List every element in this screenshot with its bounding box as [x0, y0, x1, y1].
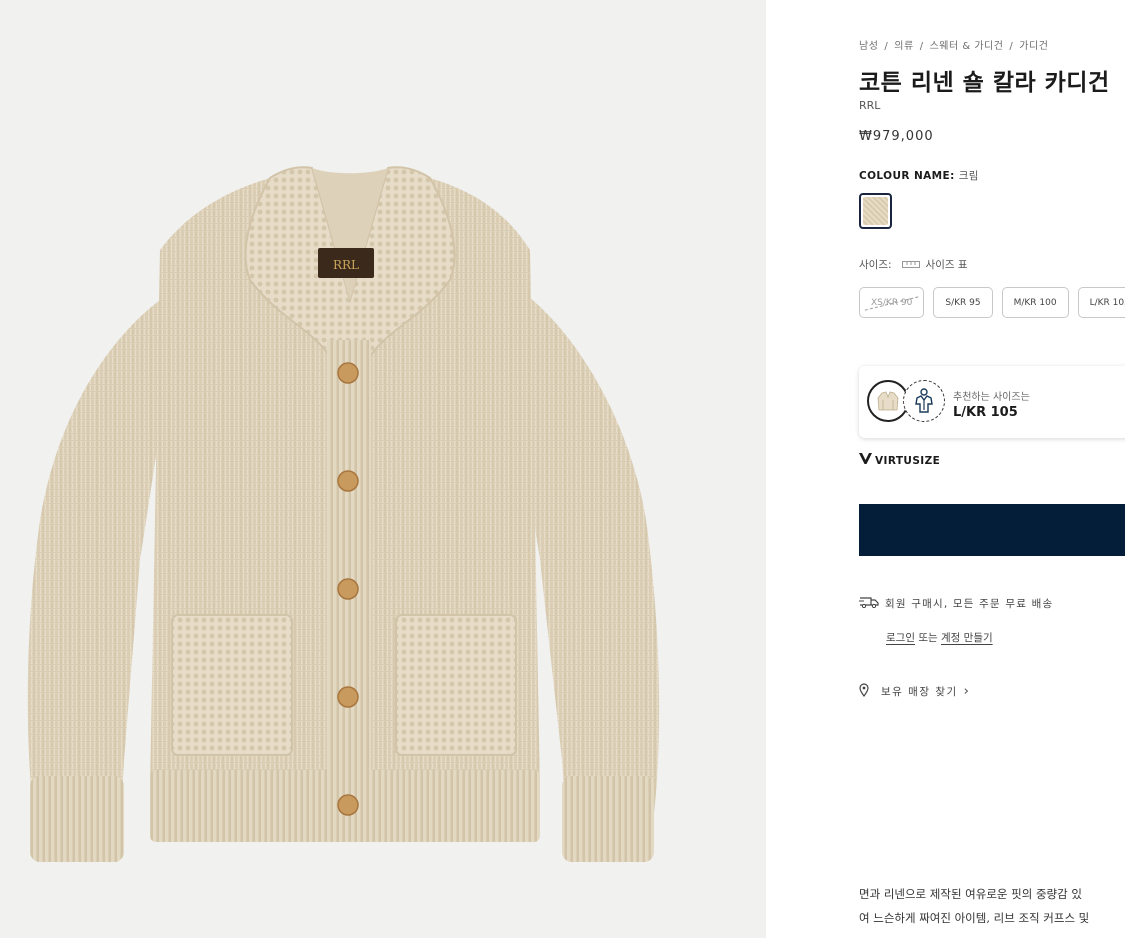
description-line-2: 여 느슨하게 짜여진 아이템, 리브 조직 커프스 및	[859, 911, 1090, 925]
create-account-link[interactable]: 계정 만들기	[941, 632, 993, 644]
colour-name-value: 크림	[958, 170, 979, 182]
left-pocket	[171, 614, 293, 756]
brand-label-text: RRL	[333, 258, 359, 272]
colour-name-label: COLOUR NAME:	[859, 170, 955, 182]
virtusize-logo[interactable]: VIRTUSIZE	[859, 453, 940, 468]
product-description: 면과 리넨으로 제작된 여유로운 핏의 중량감 있 여 느슨하게 짜여진 아이템…	[859, 882, 1125, 930]
breadcrumb-item-sweaters[interactable]: 스웨터 & 가디건	[930, 41, 1004, 52]
size-option-s[interactable]: S/KR 95	[933, 287, 993, 318]
add-to-bag-button[interactable]	[859, 504, 1125, 556]
virtusize-logo-icon	[859, 453, 872, 468]
find-in-store-text: 보유 매장 찾기	[881, 686, 958, 698]
description-line-1: 면과 리넨으로 제작된 여유로운 핏의 중량감 있	[859, 887, 1082, 901]
right-cuff	[562, 776, 654, 862]
product-image-panel[interactable]: RRL	[0, 0, 766, 938]
size-label: 사이즈:	[859, 259, 892, 271]
recommended-size-label: 추천하는 사이즈는	[953, 392, 1030, 403]
pin-icon	[859, 683, 869, 700]
find-in-store-link[interactable]: 보유 매장 찾기 ›	[859, 683, 970, 700]
size-options: XS/KR 90 S/KR 95 M/KR 100 L/KR 105	[859, 287, 1125, 318]
size-option-l[interactable]: L/KR 105	[1077, 287, 1125, 318]
breadcrumb-item-cardigans[interactable]: 가디건	[1019, 41, 1048, 52]
free-shipping-row: 회원 구매시, 모든 주문 무료 배송	[859, 596, 1053, 611]
free-shipping-text: 회원 구매시, 모든 주문 무료 배송	[885, 598, 1054, 610]
login-link[interactable]: 로그인	[886, 632, 915, 644]
virtusize-brand-text: VIRTUSIZE	[875, 454, 941, 467]
size-guide-link[interactable]: 사이즈 표	[926, 257, 968, 272]
breadcrumb-item-clothing[interactable]: 의류	[894, 41, 913, 52]
colour-name-row: COLOUR NAME: 크림	[859, 168, 979, 183]
colour-swatch-cream[interactable]	[859, 193, 892, 229]
product-image: RRL	[27, 166, 660, 862]
ruler-icon[interactable]	[901, 261, 920, 268]
login-row: 로그인 또는 계정 만들기	[886, 630, 993, 645]
chevron-right-icon: ›	[963, 684, 971, 699]
recommended-size-value: L/KR 105	[953, 405, 1018, 420]
body-figure-icon	[903, 380, 945, 422]
product-price: ₩979,000	[859, 129, 934, 144]
size-option-xs[interactable]: XS/KR 90	[859, 287, 925, 318]
breadcrumb-item-men[interactable]: 남성	[859, 41, 878, 52]
truck-icon	[859, 596, 879, 611]
product-info-panel: 남성 / 의류 / 스웨터 & 가디건 / 가디건 코튼 리넨 숄 칼라 카디건 RRL ₩…	[859, 0, 1125, 938]
right-pocket	[395, 614, 517, 756]
left-cuff	[30, 776, 124, 862]
breadcrumb: 남성 / 의류 / 스웨터 & 가디건 / 가디건	[859, 41, 1049, 52]
product-title: 코튼 리넨 숄 칼라 카디건	[859, 69, 1110, 96]
size-option-m[interactable]: M/KR 100	[1001, 287, 1069, 318]
or-text: 또는	[918, 632, 938, 644]
virtusize-circles	[867, 380, 945, 424]
virtusize-recommendation-card[interactable]: 추천하는 사이즈는 L/KR 105	[859, 366, 1125, 438]
product-brand[interactable]: RRL	[859, 99, 880, 112]
size-label-row: 사이즈: 사이즈 표	[859, 257, 968, 272]
